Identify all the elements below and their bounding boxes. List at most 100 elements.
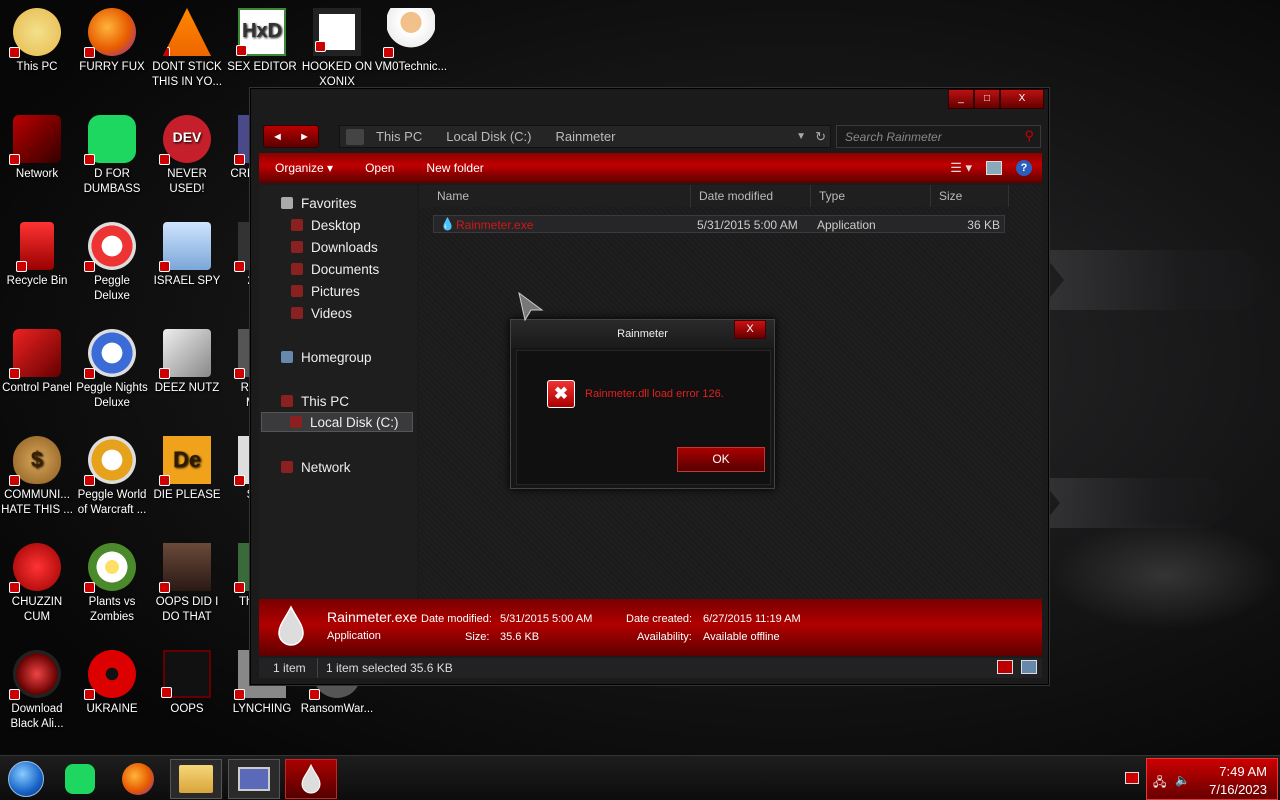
desktop-icon-network[interactable]: Network [0,111,74,182]
start-orb-icon [8,761,44,797]
desktop-icon-chuzzin[interactable]: CHUZZIN CUM [0,539,74,625]
desktop-icon-oops-did-i[interactable]: OOPS DID I DO THAT [150,539,224,625]
nav-desktop[interactable]: Desktop [291,215,361,235]
desktop-icon-furry-fux[interactable]: FURRY FUX [75,4,149,75]
radiation-icon [84,650,136,700]
desktop-icon-peggle-nights[interactable]: Peggle Nights Deluxe [75,325,149,411]
nav-favorites[interactable]: Favorites [281,193,357,213]
file-row[interactable]: 💧 Rainmeter.exe 5/31/2015 5:00 AM Applic… [433,215,1005,233]
network-icon [281,461,293,473]
desktop-icon-d-for-dumbass[interactable]: D FOR DUMBASS [75,111,149,197]
this-pc-icon [9,8,61,58]
file-date-modified: 5/31/2015 5:00 AM [697,218,798,232]
search-input[interactable]: Search Rainmeter ⚲ [836,125,1041,148]
nav-videos[interactable]: Videos [291,303,352,323]
desktop-icon-recycle-bin[interactable]: Recycle Bin [0,218,74,289]
taskbar-app-window[interactable] [228,759,280,799]
forward-button[interactable]: ► [291,126,318,147]
window-controls: _ □ X [948,89,1044,109]
network-status-icon[interactable]: 🖧 [1153,773,1169,789]
desktop-icon-vm0technic[interactable]: VM0Technic... [374,4,448,75]
volume-icon[interactable]: 🔈 [1175,773,1191,787]
desktop-icon-deez-nutz[interactable]: DEEZ NUTZ [150,325,224,396]
desktop-icon-plants-vs-zombies[interactable]: Plants vs Zombies [75,539,149,625]
nav-this-pc[interactable]: This PC [281,391,349,411]
droplet-icon [278,605,304,646]
minimize-button[interactable]: _ [948,89,974,109]
firefox-icon [84,8,136,58]
column-header-date-modified[interactable]: Date modified [691,185,811,207]
nav-homegroup[interactable]: Homegroup [281,347,372,367]
close-button[interactable]: X [1000,89,1044,109]
large-icons-view-icon[interactable] [1021,660,1037,674]
status-divider [317,658,318,678]
desktop-icon-ukraine[interactable]: UKRAINE [75,646,149,717]
clock-time: 7:49 AM [1219,764,1267,779]
taskbar: 🖧 🔈 7:49 AM 7/16/2023 [0,755,1280,800]
windows-stack-icon [159,329,211,379]
desktop-icon-control-panel[interactable]: Control Panel [0,325,74,396]
nav-network[interactable]: Network [281,457,351,477]
doctor-icon [383,8,435,58]
refresh-icon[interactable]: ↻ [815,129,826,145]
desktop-icon-download-black[interactable]: Download Black Ali... [0,646,74,732]
desktop-icon-peggle-deluxe[interactable]: Peggle Deluxe [75,218,149,304]
clock[interactable]: 7:49 AM 7/16/2023 [1209,763,1267,799]
start-button[interactable] [0,759,52,799]
address-bar[interactable]: This PC Local Disk (C:) Rainmeter ▼ ↻ [339,125,831,148]
column-header-type[interactable]: Type [811,185,931,207]
desktop-icon-oops[interactable]: OOPS [150,646,224,717]
firefox-icon [122,763,154,795]
status-item-count: 1 item [273,661,306,675]
taskbar-file-explorer[interactable] [170,759,222,799]
organize-button[interactable]: Organize ▾ [259,161,349,175]
breadcrumb-this-pc[interactable]: This PC [364,129,434,144]
recycle-bin-icon [16,222,54,272]
pictures-icon [291,285,303,297]
preview-pane-icon[interactable] [986,161,1002,175]
portrait-icon [159,543,211,593]
column-header-size[interactable]: Size [931,185,1009,207]
desktop-icon-this-pc[interactable]: This PC [0,4,74,75]
column-header-name[interactable]: Name [419,185,691,207]
help-icon[interactable]: ? [1016,160,1032,176]
money-bag-icon: $ [9,436,61,486]
open-button[interactable]: Open [349,161,410,175]
wallpaper-decoration [1040,250,1280,310]
maximize-button[interactable]: □ [974,89,1000,109]
breadcrumb-local-disk[interactable]: Local Disk (C:) [434,129,543,144]
desktop-icon-die-please[interactable]: De DIE PLEASE [150,432,224,503]
desktop-icon-never-used[interactable]: DEV NEVER USED! [150,111,224,197]
taskbar-rainmeter[interactable] [285,759,337,799]
tray-overflow-icon[interactable] [1125,772,1139,784]
status-bar: 1 item 1 item selected 35.6 KB [259,658,1042,678]
details-view-icon[interactable] [997,660,1013,674]
search-placeholder: Search Rainmeter [845,130,942,144]
desktop-icon-communi[interactable]: $ COMMUNI... HATE THIS ... [0,432,74,518]
nav-pictures[interactable]: Pictures [291,281,360,301]
details-date-created: 6/27/2015 11:19 AM [703,613,801,625]
taskbar-firefox[interactable] [112,759,164,799]
file-size: 36 KB [967,218,1000,232]
breadcrumb-rainmeter[interactable]: Rainmeter [543,129,627,144]
system-tray: 🖧 🔈 7:49 AM 7/16/2023 [1146,758,1278,800]
desktop-icon-vlc[interactable]: DONT STICK THIS IN YO... [150,4,224,90]
details-pane: Rainmeter.exe Application Date modified:… [259,599,1042,656]
chevron-down-icon[interactable]: ▼ [796,131,806,142]
hxd-icon: HxD [236,8,286,56]
nav-downloads[interactable]: Downloads [291,237,378,257]
view-options-icon[interactable]: ☰ ▾ [950,160,972,176]
back-button[interactable]: ◄ [264,126,291,147]
search-icon[interactable]: ⚲ [1024,128,1034,144]
nav-documents[interactable]: Documents [291,259,379,279]
desktop-icon-xonix[interactable]: HOOKED ON XONIX [300,4,374,90]
dialog-close-button[interactable]: X [734,320,766,339]
desktop-icon-israel-spy[interactable]: ISRAEL SPY [150,218,224,289]
nav-local-disk[interactable]: Local Disk (C:) [261,412,413,432]
desktop-icon-peggle-wow[interactable]: Peggle World of Warcraft ... [75,432,149,518]
new-folder-button[interactable]: New folder [410,161,499,175]
ok-button[interactable]: OK [677,447,765,472]
desktop-icon-sex-editor[interactable]: HxD SEX EDITOR [225,4,299,75]
taskbar-chat-app[interactable] [54,759,106,799]
status-selection: 1 item selected 35.6 KB [326,661,453,675]
